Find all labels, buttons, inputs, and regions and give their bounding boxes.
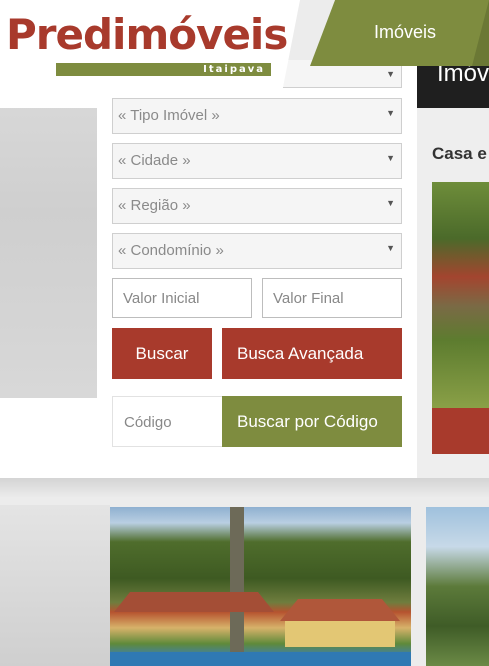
logo-subtitle: Itaipava (203, 64, 265, 75)
codigo-field[interactable]: Código (112, 396, 222, 447)
logo-bar: Itaipava (56, 63, 271, 76)
listing-photo[interactable] (110, 507, 411, 666)
chevron-down-icon: ▼ (386, 108, 395, 118)
regiao-select[interactable]: « Região » ▼ (112, 188, 402, 224)
photo-roof (114, 592, 274, 612)
featured-button[interactable] (432, 408, 489, 454)
logo: Predimóveis (6, 14, 288, 56)
photo-pool (110, 652, 411, 666)
photo-roof (280, 599, 400, 621)
busca-avancada-button[interactable]: Busca Avançada (222, 328, 402, 379)
valor-final-field[interactable]: Valor Final (262, 278, 402, 318)
listing-photo[interactable] (426, 507, 489, 666)
photo-wall (285, 621, 395, 647)
chevron-down-icon: ▼ (386, 243, 395, 253)
buscar-por-codigo-button[interactable]: Buscar por Código (222, 396, 402, 447)
regiao-value: « Região » (118, 197, 191, 214)
logo-wordmark: Predimóveis (6, 10, 288, 59)
cidade-value: « Cidade » (118, 152, 191, 169)
panel-shadow (0, 478, 489, 498)
tipo-imovel-select[interactable]: « Tipo Imóvel » ▼ (112, 98, 402, 134)
nav-imoveis-link[interactable]: Imóveis (374, 22, 436, 43)
cidade-select[interactable]: « Cidade » ▼ (112, 143, 402, 179)
chevron-down-icon: ▼ (386, 69, 395, 79)
photo-tree (230, 507, 244, 666)
condominio-select[interactable]: « Condomínio » ▼ (112, 233, 402, 269)
search-panel-left (0, 398, 97, 478)
featured-photo[interactable] (432, 182, 489, 408)
hero-background (0, 88, 97, 398)
condominio-value: « Condomínio » (118, 242, 224, 259)
featured-title[interactable]: Casa e (432, 144, 487, 164)
logo-container[interactable]: Predimóveis Itaipava (0, 0, 300, 108)
tipo-imovel-value: « Tipo Imóvel » (118, 107, 220, 124)
chevron-down-icon: ▼ (386, 153, 395, 163)
valor-inicial-field[interactable]: Valor Inicial (112, 278, 252, 318)
buscar-button[interactable]: Buscar (112, 328, 212, 379)
listing-background (0, 505, 110, 666)
chevron-down-icon: ▼ (386, 198, 395, 208)
